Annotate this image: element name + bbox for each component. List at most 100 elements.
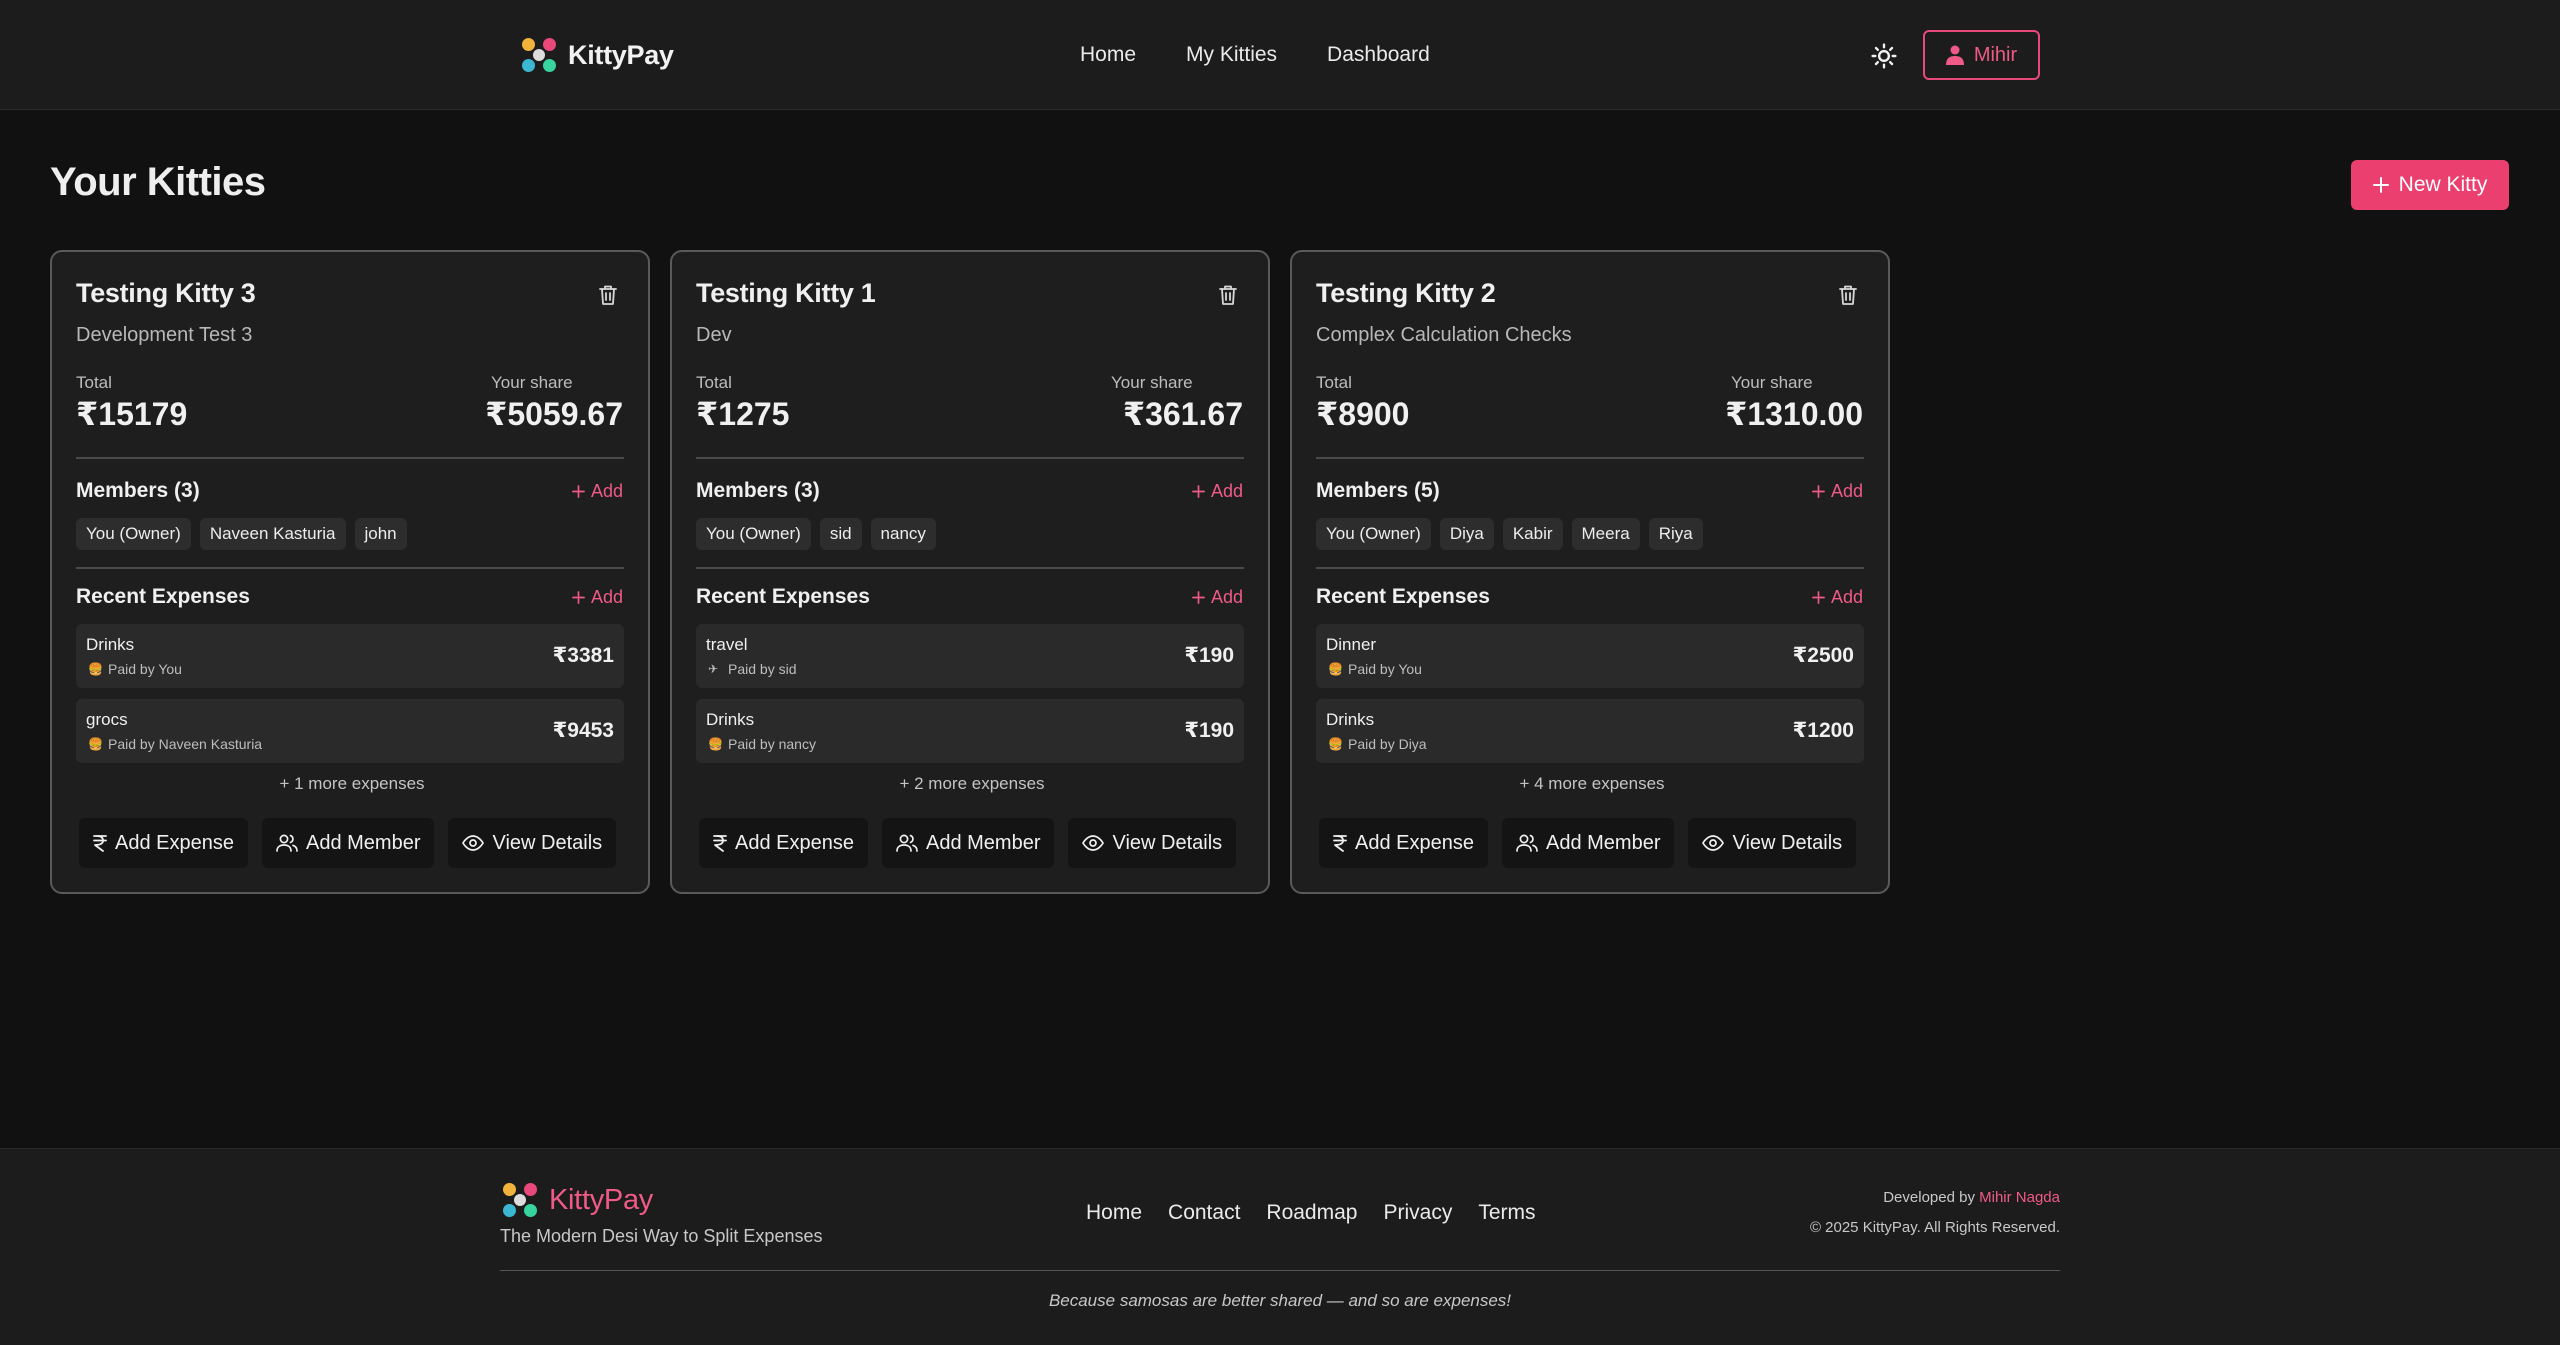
add-member-link[interactable]: Add — [572, 481, 623, 502]
paid-by-text: Paid by Diya — [1348, 736, 1427, 752]
member-chip: john — [354, 518, 407, 550]
add-member-link[interactable]: Add — [1812, 481, 1863, 502]
view-details-label: View Details — [1732, 831, 1843, 854]
kitty-total: ₹15179 — [76, 396, 188, 432]
view-details-button[interactable]: View Details — [448, 818, 617, 868]
paid-by-text: Paid by You — [108, 661, 182, 677]
add-label: Add — [1210, 587, 1243, 607]
member-chip: Meera — [1571, 518, 1640, 550]
total-label: Total — [696, 373, 732, 392]
delete-kitty-button[interactable] — [1838, 284, 1862, 308]
more-expenses-link[interactable]: + 1 more expenses — [52, 774, 652, 794]
add-member-label: Add Member — [925, 831, 1041, 854]
add-label: Add — [590, 587, 623, 607]
member-chip: Naveen Kasturia — [199, 518, 346, 550]
top-navbar: KittyPay Home My Kitties Dashboard Mihir — [0, 0, 2560, 110]
add-expense-button[interactable]: Add Expense — [1319, 818, 1488, 868]
kitty-total: ₹8900 — [1316, 396, 1410, 432]
expense-item[interactable]: Drinks 🍔 Paid by nancy ₹190 — [696, 699, 1244, 763]
footer-link-contact[interactable]: Contact — [1168, 1201, 1240, 1225]
kitty-name: Testing Kitty 2 — [1316, 278, 1496, 308]
add-expense-button[interactable]: Add Expense — [699, 818, 868, 868]
kitty-your-share: ₹1310.00 — [1725, 396, 1863, 432]
footer-link-terms[interactable]: Terms — [1478, 1201, 1535, 1225]
expense-paid-by: 🍔 Paid by You — [1328, 661, 1422, 677]
add-member-button[interactable]: Add Member — [881, 818, 1055, 868]
total-label: Total — [76, 373, 112, 392]
nav-link-dashboard[interactable]: Dashboard — [1327, 43, 1430, 67]
add-member-link[interactable]: Add — [1192, 481, 1243, 502]
plus-icon — [572, 591, 585, 604]
new-kitty-button[interactable]: New Kitty — [2351, 160, 2509, 210]
developer-link[interactable]: Mihir Nagda — [1979, 1189, 2060, 1206]
more-expenses-link[interactable]: + 4 more expenses — [1292, 774, 1892, 794]
footer-link-home[interactable]: Home — [1086, 1201, 1142, 1225]
add-expense-link[interactable]: Add — [1192, 587, 1243, 608]
theme-toggle-button[interactable] — [1868, 40, 1900, 72]
brand-logo-link[interactable]: KittyPay — [522, 36, 674, 74]
view-details-button[interactable]: View Details — [1068, 818, 1237, 868]
footer-developer-credit: Developed by Mihir Nagda — [1883, 1189, 2060, 1206]
member-chip: nancy — [870, 518, 936, 550]
add-member-button[interactable]: Add Member — [261, 818, 435, 868]
plus-icon — [572, 485, 585, 498]
footer-brand[interactable]: KittyPay — [503, 1183, 653, 1217]
kitty-description: Development Test 3 — [76, 324, 253, 346]
kittypay-logo-icon — [503, 1183, 537, 1217]
delete-kitty-button[interactable] — [598, 284, 622, 308]
expense-name: grocs — [86, 710, 128, 729]
recent-expenses-title: Recent Expenses — [696, 585, 870, 608]
member-chip: You (Owner) — [76, 518, 191, 550]
expense-name: Drinks — [86, 635, 135, 654]
card-divider — [1316, 457, 1864, 459]
nav-link-home[interactable]: Home — [1080, 43, 1136, 67]
kitty-your-share: ₹5059.67 — [485, 396, 623, 432]
add-label: Add — [1830, 587, 1863, 607]
add-expense-label: Add Expense — [1355, 831, 1474, 854]
trash-icon — [1838, 284, 1862, 306]
view-details-button[interactable]: View Details — [1688, 818, 1857, 868]
plus-icon — [1812, 485, 1825, 498]
plus-icon — [2372, 177, 2389, 193]
delete-kitty-button[interactable] — [1218, 284, 1242, 308]
add-expense-button[interactable]: Add Expense — [79, 818, 248, 868]
expense-amount: ₹9453 — [552, 719, 614, 742]
user-menu-button[interactable]: Mihir — [1923, 30, 2040, 80]
member-chip: Riya — [1648, 518, 1703, 550]
members-title: Members (5) — [1316, 479, 1440, 502]
kitty-card: Testing Kitty 3 Development Test 3 Total… — [50, 250, 650, 894]
add-member-button[interactable]: Add Member — [1501, 818, 1675, 868]
plus-icon — [1192, 485, 1205, 498]
members-list: You (Owner) Diya Kabir Meera Riya — [1316, 518, 1703, 550]
kitty-name: Testing Kitty 1 — [696, 278, 876, 308]
expense-item[interactable]: Drinks 🍔 Paid by You ₹3381 — [76, 624, 624, 688]
footer-quote: Because samosas are better shared — and … — [1048, 1291, 1512, 1310]
eye-icon — [462, 835, 485, 851]
expense-paid-by: 🍔 Paid by nancy — [708, 736, 816, 752]
users-icon — [1516, 834, 1538, 852]
nav-link-my-kitties[interactable]: My Kitties — [1186, 43, 1277, 67]
add-label: Add — [1830, 481, 1863, 501]
expense-item[interactable]: travel ✈ Paid by sid ₹190 — [696, 624, 1244, 688]
paid-by-text: Paid by Naveen Kasturia — [108, 736, 263, 752]
members-title: Members (3) — [696, 479, 820, 502]
expense-item[interactable]: grocs 🍔 Paid by Naveen Kasturia ₹9453 — [76, 699, 624, 763]
developed-by-label: Developed by — [1883, 1189, 1975, 1206]
burger-icon: 🍔 — [708, 737, 723, 751]
add-expense-label: Add Expense — [115, 831, 234, 854]
add-expense-link[interactable]: Add — [1812, 587, 1863, 608]
kitty-your-share: ₹361.67 — [1122, 396, 1243, 432]
more-expenses-link[interactable]: + 2 more expenses — [672, 774, 1272, 794]
footer-link-privacy[interactable]: Privacy — [1383, 1201, 1452, 1225]
plus-icon — [1812, 591, 1825, 604]
share-label: Your share — [1731, 373, 1813, 392]
add-expense-link[interactable]: Add — [572, 587, 623, 608]
expense-amount: ₹1200 — [1792, 719, 1854, 742]
plus-icon — [1192, 591, 1205, 604]
expense-item[interactable]: Drinks 🍔 Paid by Diya ₹1200 — [1316, 699, 1864, 763]
footer-link-roadmap[interactable]: Roadmap — [1266, 1201, 1357, 1225]
expense-item[interactable]: Dinner 🍔 Paid by You ₹2500 — [1316, 624, 1864, 688]
kitty-total: ₹1275 — [696, 396, 790, 432]
members-list: You (Owner) sid nancy — [696, 518, 936, 550]
airplane-icon: ✈ — [708, 662, 719, 676]
